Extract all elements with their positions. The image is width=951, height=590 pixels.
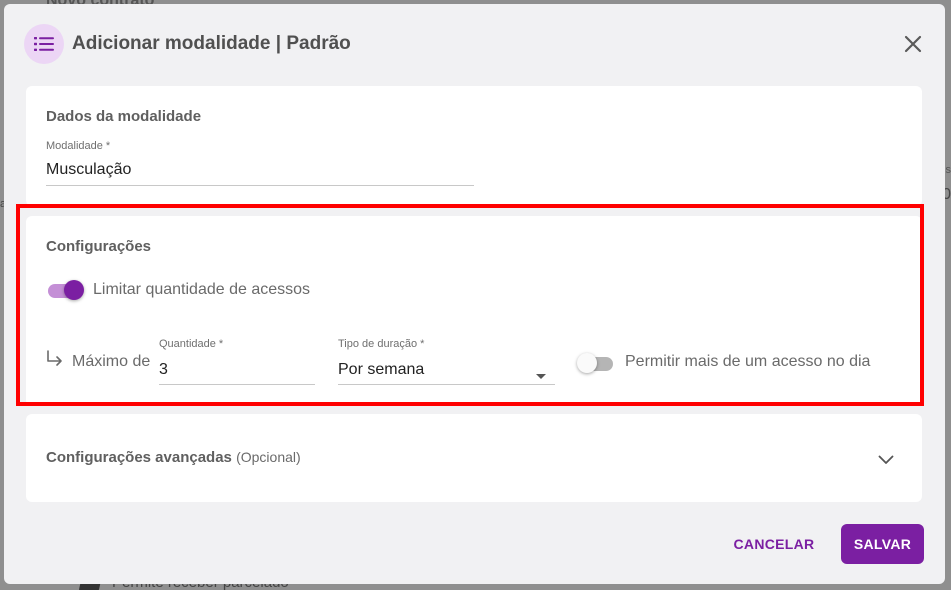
section-title-settings: Configurações [46,238,152,255]
duration-type-label: Tipo de duração * [338,338,425,350]
duration-type-select[interactable]: Por semana [338,361,424,379]
limit-access-toggle-knob [64,280,84,300]
allow-multiple-access-label: Permitir mais de um acesso no dia [625,353,871,370]
advanced-settings-card[interactable]: Configurações avançadas (Opcional) [26,414,922,502]
section-title-advanced-settings: Configurações avançadas (Opcional) [46,449,301,466]
modality-field-label: Modalidade * [46,140,111,152]
add-modality-dialog: Adicionar modalidade | Padrão Dados da m… [4,4,945,584]
modality-field[interactable]: Musculação [46,161,131,179]
section-title-modality-data: Dados da modalidade [46,108,202,125]
allow-multiple-access-toggle-knob [577,353,597,373]
maximum-label: Máximo de [72,353,151,370]
chevron-down-icon[interactable] [878,452,894,470]
subdirectory-arrow-right-icon [46,350,64,373]
cancel-button[interactable]: CANCELAR [726,526,822,562]
limit-access-label: Limitar quantidade de acessos [93,281,311,298]
allow-multiple-access-toggle[interactable] [577,352,615,374]
quantity-field-label: Quantidade * [159,338,224,350]
advanced-settings-title: Configurações avançadas [46,449,232,466]
limit-access-toggle[interactable] [46,279,84,301]
quantity-field-underline [159,384,315,385]
optional-tag: (Opcional) [236,449,301,465]
modality-field-underline [46,185,474,186]
duration-type-underline [338,384,555,385]
close-icon[interactable] [899,30,927,58]
caret-down-icon[interactable] [535,367,547,385]
quantity-field[interactable]: 3 [159,361,168,379]
dialog-title: Adicionar modalidade | Padrão [72,33,351,54]
dialog-header: Adicionar modalidade | Padrão [24,24,351,64]
list-icon [24,24,64,64]
modality-data-card: Dados da modalidade Modalidade * Muscula… [26,86,922,206]
settings-card: Configurações Limitar quantidade de aces… [26,216,922,406]
save-button[interactable]: SALVAR [841,524,924,564]
